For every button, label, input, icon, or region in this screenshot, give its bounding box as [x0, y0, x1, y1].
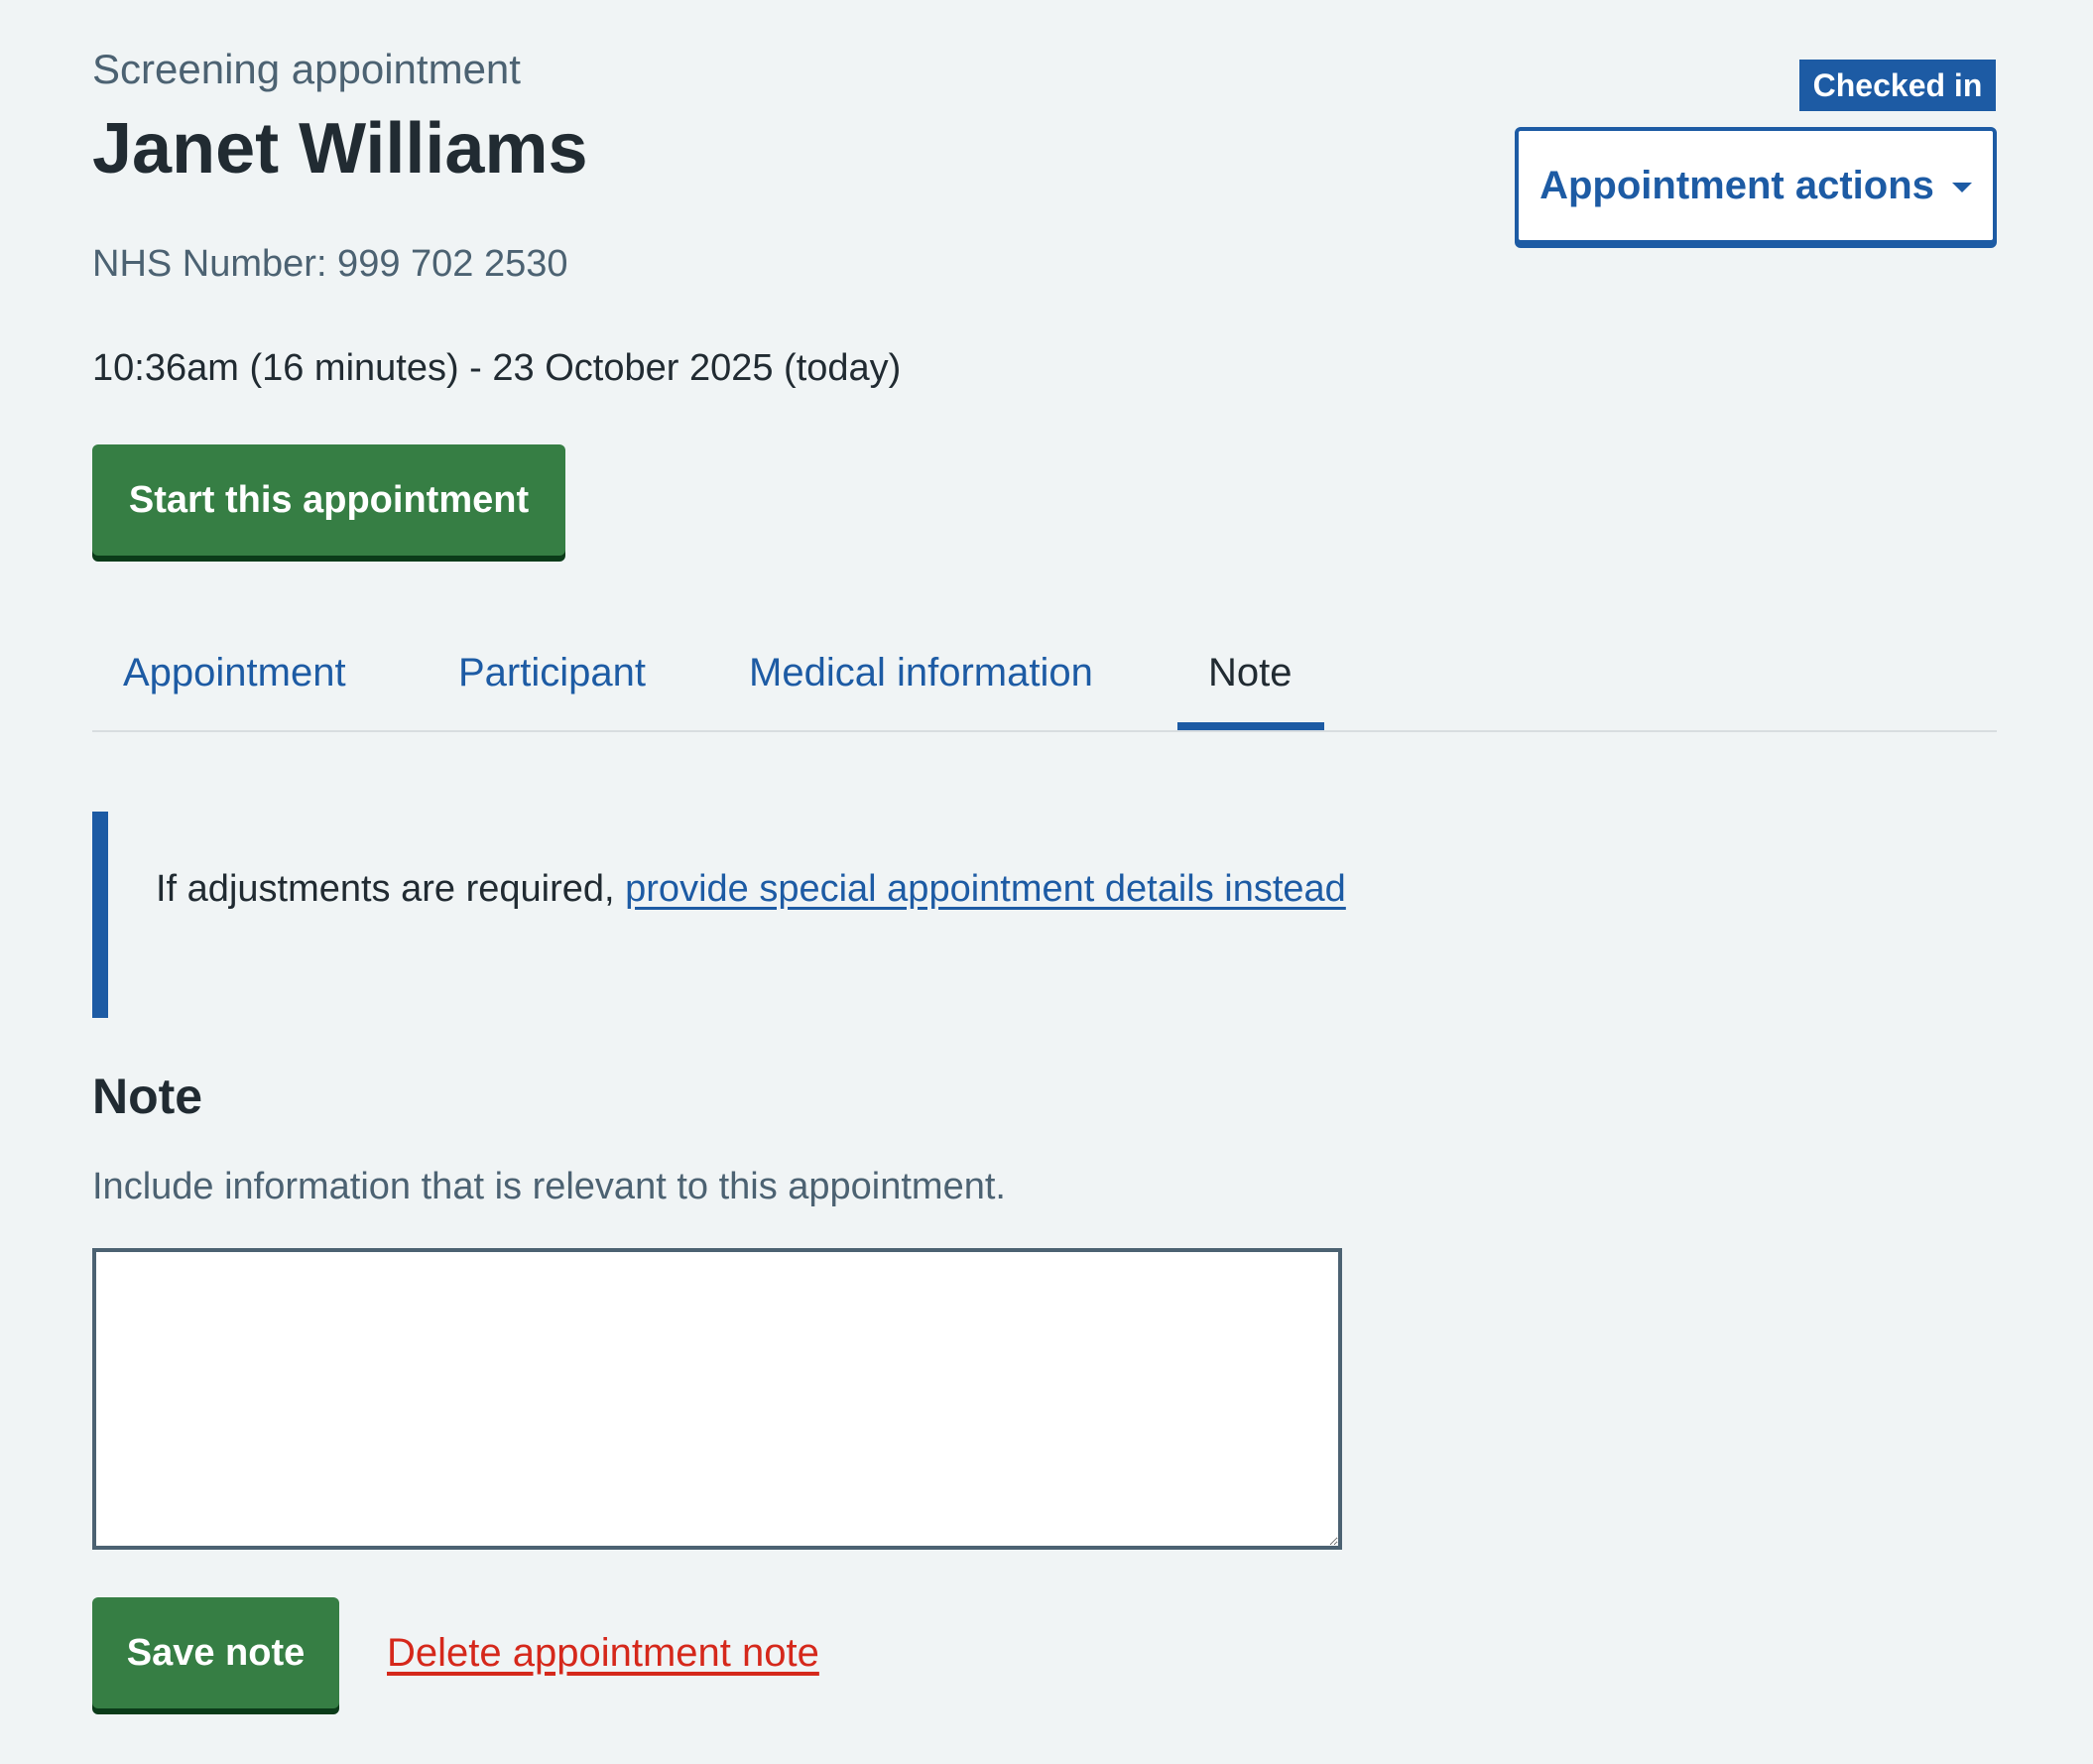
- inset-text: If adjustments are required, provide spe…: [156, 861, 1346, 917]
- appointment-actions-label: Appointment actions: [1539, 163, 1934, 207]
- start-appointment-button[interactable]: Start this appointment: [92, 444, 565, 556]
- tab-bar: Appointment Participant Medical informat…: [92, 615, 1997, 732]
- inset-text-prefix: If adjustments are required,: [156, 868, 626, 910]
- status-badge: Checked in: [1799, 60, 1996, 111]
- delete-note-link[interactable]: Delete appointment note: [387, 1625, 819, 1681]
- tab-participant[interactable]: Participant: [458, 645, 646, 700]
- special-appointment-link[interactable]: provide special appointment details inst…: [625, 868, 1346, 910]
- tab-medical-information[interactable]: Medical information: [749, 645, 1093, 700]
- chevron-down-icon: [1951, 183, 1972, 192]
- inset-text-panel: If adjustments are required, provide spe…: [92, 812, 1346, 1018]
- nhs-number: NHS Number: 999 702 2530: [92, 243, 568, 285]
- page-caption: Screening appointment: [92, 46, 521, 92]
- tab-appointment[interactable]: Appointment: [123, 645, 346, 700]
- note-heading: Note: [92, 1069, 203, 1124]
- appointment-actions-button[interactable]: Appointment actions: [1515, 127, 1997, 244]
- tab-note[interactable]: Note: [1208, 645, 1293, 700]
- note-hint: Include information that is relevant to …: [92, 1166, 1006, 1207]
- save-note-button[interactable]: Save note: [92, 1597, 339, 1708]
- active-tab-indicator: [1177, 722, 1324, 730]
- appointment-datetime: 10:36am (16 minutes) - 23 October 2025 (…: [92, 347, 902, 389]
- note-textarea[interactable]: [92, 1248, 1342, 1550]
- page-title: Janet Williams: [92, 109, 588, 189]
